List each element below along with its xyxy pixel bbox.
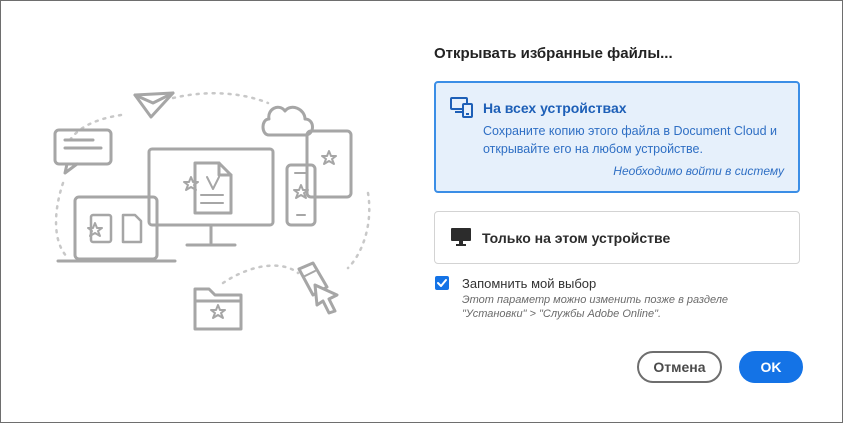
dialog: Открывать избранные файлы... На всех уст… [0, 0, 843, 423]
remember-hint: Этот параметр можно изменить позже в раз… [462, 294, 729, 320]
monitor-illustration [147, 147, 275, 247]
option-this-device-title: Только на этом устройстве [482, 230, 671, 246]
option-all-devices-description: Сохраните копию этого файла в Document C… [483, 124, 778, 156]
cursor-document-icon [297, 261, 339, 315]
phone-icon [285, 163, 317, 227]
option-this-device[interactable]: Только на этом устройстве [434, 211, 800, 264]
ok-button[interactable]: OK [739, 351, 803, 383]
remember-label[interactable]: Запомнить мой выбор [462, 276, 596, 291]
option-all-devices[interactable]: На всех устройствах Сохраните копию этог… [434, 81, 800, 193]
cancel-button[interactable]: Отмена [637, 351, 722, 383]
signin-required-link[interactable]: Необходимо войти в систему [613, 164, 784, 178]
devices-icon [450, 97, 474, 124]
folder-icon [193, 287, 243, 331]
checkmark-icon [437, 279, 447, 287]
chat-bubble-icon [53, 128, 113, 175]
sync-illustration [53, 91, 371, 331]
monitor-icon [451, 228, 471, 251]
laptop-icon [56, 195, 177, 263]
remember-checkbox[interactable] [435, 276, 449, 290]
paper-plane-icon [133, 91, 175, 119]
option-all-devices-title: На всех устройствах [483, 100, 627, 116]
choice-panel: Открывать избранные файлы... На всех уст… [433, 1, 803, 422]
cloud-icon [261, 105, 314, 137]
dialog-heading: Открывать избранные файлы... [434, 45, 673, 62]
